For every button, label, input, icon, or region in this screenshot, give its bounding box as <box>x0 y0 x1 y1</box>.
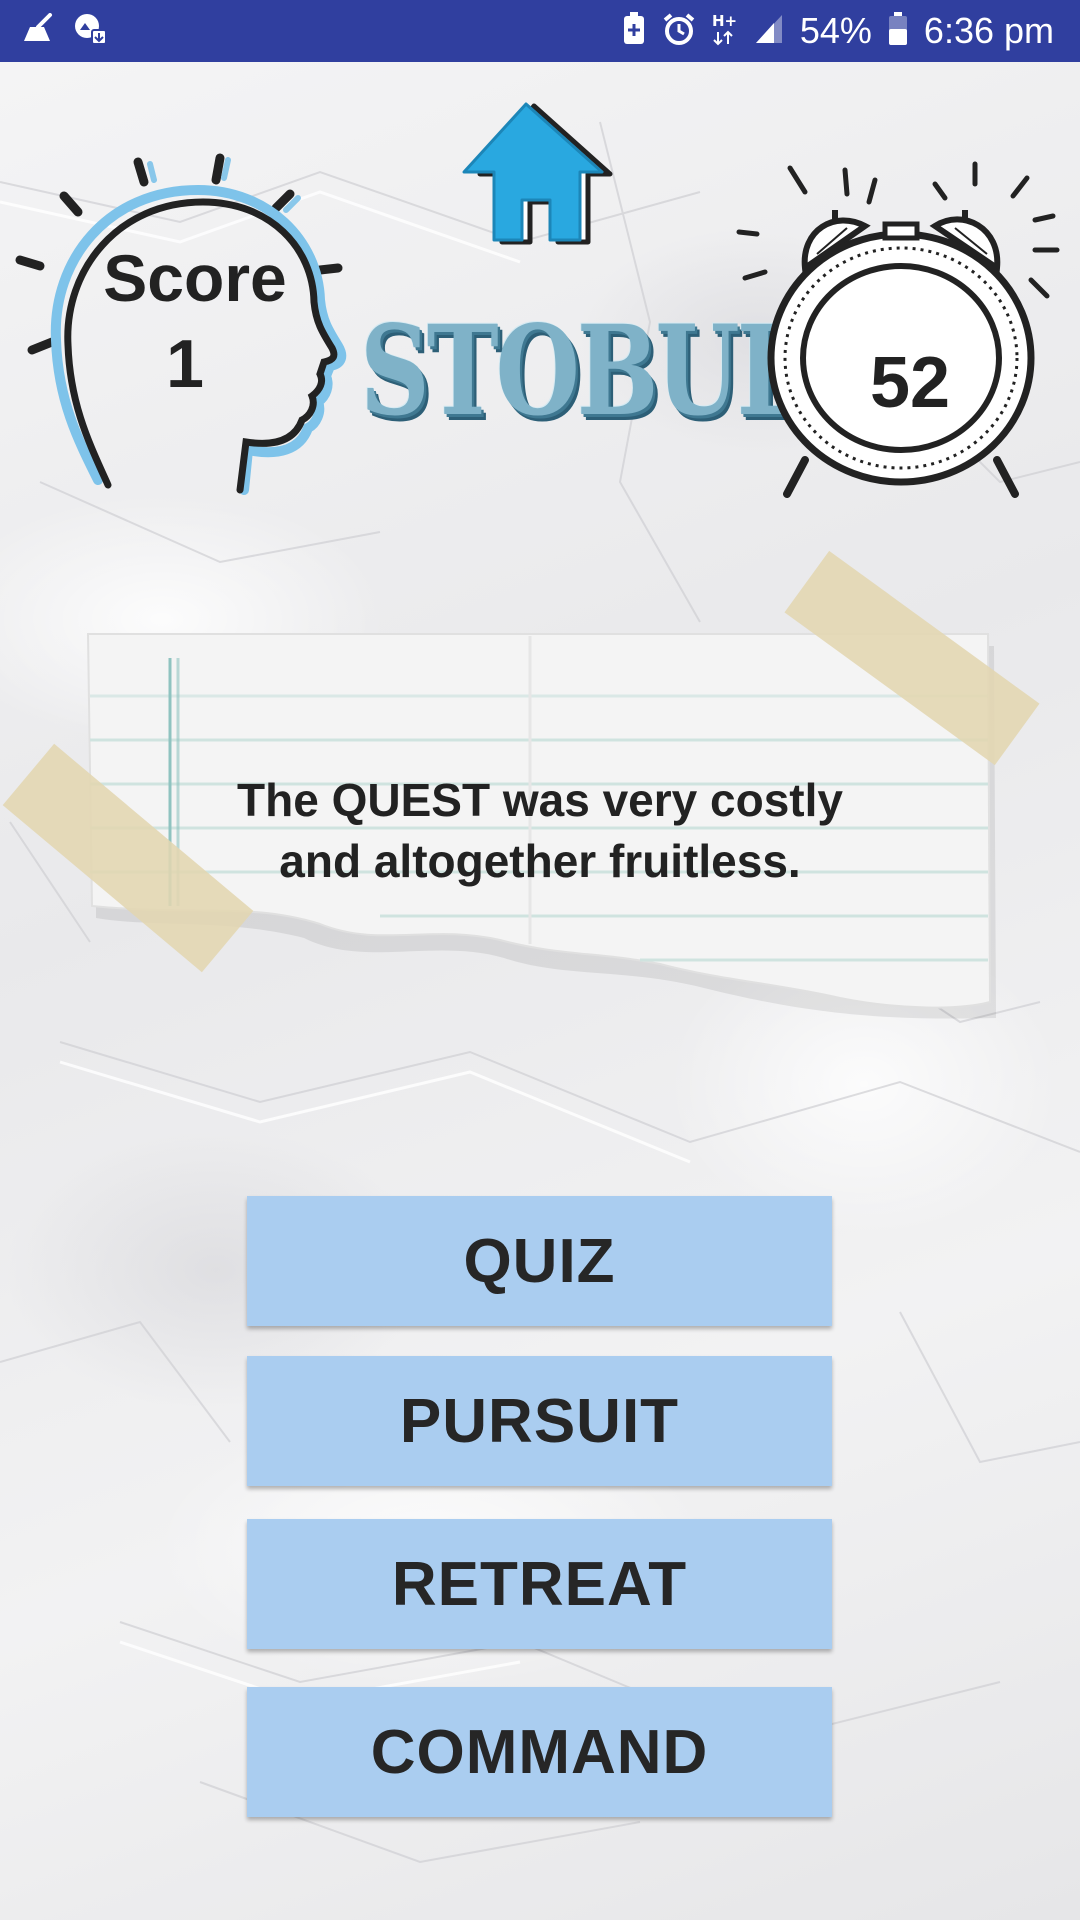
score-value: 1 <box>166 326 204 402</box>
question-text: The QUEST was very costly and altogether… <box>237 774 843 887</box>
status-bar: H+ 54% 6:36 pm <box>0 0 1080 62</box>
hplus-data-icon: H+ <box>712 12 738 51</box>
home-icon <box>462 102 613 245</box>
cleaner-icon <box>20 12 56 50</box>
signal-icon <box>754 13 784 50</box>
alarm-icon <box>662 12 696 51</box>
status-left-icons <box>20 12 108 51</box>
answer-button-3[interactable]: RETREAT <box>247 1519 832 1649</box>
answer-button-2[interactable]: PURSUIT <box>247 1356 832 1486</box>
battery-saver-icon <box>622 11 646 51</box>
battery-icon <box>888 11 908 51</box>
home-button[interactable] <box>460 102 620 247</box>
answer-button-4[interactable]: COMMAND <box>247 1687 832 1817</box>
answer-button-1[interactable]: QUIZ <box>247 1196 832 1326</box>
alarm-clock-icon <box>735 150 1065 500</box>
svg-text:H+: H+ <box>712 12 737 30</box>
app-logo: STOBULAR <box>360 299 954 444</box>
status-time: 6:36 pm <box>923 10 1054 51</box>
status-right-icons: H+ 54% 6:36 pm <box>622 10 1054 52</box>
timer-value: 52 <box>869 343 951 423</box>
gallery-sync-icon <box>72 12 108 51</box>
score-head-icon <box>8 150 358 500</box>
score-label: Score <box>103 241 287 315</box>
battery-percent: 54% <box>799 10 872 51</box>
